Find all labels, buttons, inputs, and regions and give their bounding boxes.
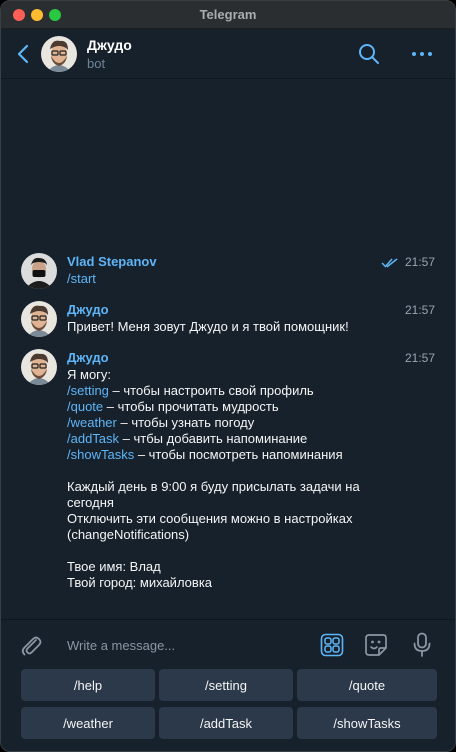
keyboard-button-quote[interactable]: /quote bbox=[297, 669, 437, 701]
message-line: /start bbox=[67, 271, 427, 287]
message-line: Привет! Меня зовут Джудо и я твой помощн… bbox=[67, 319, 427, 335]
command-link[interactable]: /start bbox=[67, 271, 96, 286]
chat-header: Джудо bot bbox=[1, 29, 455, 79]
message-time: 21:57 bbox=[404, 255, 435, 269]
message-line-text: Привет! Меня зовут Джудо и я твой помощн… bbox=[67, 319, 349, 334]
message-list[interactable]: Vlad Stepanov 21:57 /start Джудо 21:57 П… bbox=[1, 79, 455, 619]
chat-title[interactable]: Джудо bbox=[87, 37, 132, 53]
message-author[interactable]: Vlad Stepanov bbox=[67, 254, 157, 269]
message-line-text: Отключить эти сообщения можно в настройк… bbox=[67, 511, 353, 526]
message-line: /setting – чтобы настроить свой профиль bbox=[67, 383, 427, 399]
message-line-text: Каждый день в 9:00 я буду присылать зада… bbox=[67, 479, 360, 494]
message-line: /weather – чтобы узнать погоду bbox=[67, 415, 427, 431]
message-line: Я могу: bbox=[67, 367, 427, 383]
message-line-text: – чтобы настроить свой профиль bbox=[108, 383, 314, 398]
message-text: Я могу: /setting – чтобы настроить свой … bbox=[67, 367, 427, 591]
message-text: Привет! Меня зовут Джудо и я твой помощн… bbox=[67, 319, 427, 335]
keyboard-button-setting[interactable]: /setting bbox=[159, 669, 293, 701]
title-bar: Telegram bbox=[1, 1, 455, 29]
bot-avatar[interactable] bbox=[41, 36, 77, 72]
keyboard-button-addtask[interactable]: /addTask bbox=[159, 707, 293, 739]
message-input[interactable] bbox=[67, 634, 297, 656]
bot-keyboard: /help /setting /quote /weather /addTask … bbox=[1, 669, 455, 751]
message-line-text: – чтобы посмотреть напоминания bbox=[134, 447, 343, 462]
message-line-text: (changeNotifications) bbox=[67, 527, 190, 542]
command-link[interactable]: /quote bbox=[67, 399, 103, 414]
sticker-icon[interactable] bbox=[364, 633, 388, 657]
more-dots-icon[interactable] bbox=[409, 42, 435, 66]
message-line: Отключить эти сообщения можно в настройк… bbox=[67, 511, 427, 527]
keyboard-button-help[interactable]: /help bbox=[21, 669, 155, 701]
user-avatar[interactable] bbox=[21, 253, 57, 289]
search-icon[interactable] bbox=[357, 42, 381, 66]
message-line: (changeNotifications) bbox=[67, 527, 427, 543]
microphone-icon[interactable] bbox=[412, 632, 432, 658]
chat-status: bot bbox=[87, 56, 106, 71]
message-line: сегодня bbox=[67, 495, 427, 511]
message-line: Твой город: михайловка bbox=[67, 575, 427, 591]
message-line-text: сегодня bbox=[67, 495, 114, 510]
message-line-text: – чтобы прочитать мудрость bbox=[103, 399, 279, 414]
back-chevron-icon[interactable] bbox=[15, 43, 33, 65]
bot-avatar[interactable] bbox=[21, 349, 57, 385]
message-line: Каждый день в 9:00 я буду присылать зада… bbox=[67, 479, 427, 495]
message-line-text: Я могу: bbox=[67, 367, 112, 382]
double-check-icon bbox=[381, 258, 398, 268]
command-link[interactable]: /setting bbox=[67, 383, 109, 398]
message-line bbox=[67, 463, 427, 479]
window-title: Telegram bbox=[199, 7, 257, 22]
message-line: /quote – чтобы прочитать мудрость bbox=[67, 399, 427, 415]
message-line: /addTask – чтбы добавить напоминание bbox=[67, 431, 427, 447]
bot-keyboard-icon[interactable] bbox=[320, 633, 344, 657]
message-line-text: – чтбы добавить напоминание bbox=[119, 431, 308, 446]
keyboard-button-weather[interactable]: /weather bbox=[21, 707, 155, 739]
command-link[interactable]: /weather bbox=[67, 415, 117, 430]
command-link[interactable]: /showTasks bbox=[67, 447, 134, 462]
message-line-text: – чтобы узнать погоду bbox=[116, 415, 255, 430]
message-time: 21:57 bbox=[404, 351, 435, 365]
message-item[interactable]: Джудо 21:57 Я могу: /setting – чтобы нас… bbox=[1, 349, 455, 599]
message-line-text: Твое имя: Влад bbox=[67, 559, 161, 574]
message-item[interactable]: Vlad Stepanov 21:57 /start bbox=[1, 253, 455, 293]
message-text: /start bbox=[67, 271, 427, 287]
message-line: Твое имя: Влад bbox=[67, 559, 427, 575]
paperclip-icon[interactable] bbox=[19, 632, 43, 658]
telegram-window: Telegram Джудо bot Vlad Stepanov 21:57 /… bbox=[0, 0, 456, 752]
composer bbox=[1, 619, 455, 669]
message-author[interactable]: Джудо bbox=[67, 350, 109, 365]
message-item[interactable]: Джудо 21:57 Привет! Меня зовут Джудо и я… bbox=[1, 301, 455, 341]
keyboard-button-showtasks[interactable]: /showTasks bbox=[297, 707, 437, 739]
message-author[interactable]: Джудо bbox=[67, 302, 109, 317]
message-line-text: Твой город: михайловка bbox=[67, 575, 213, 590]
message-line bbox=[67, 543, 427, 559]
command-link[interactable]: /addTask bbox=[67, 431, 119, 446]
message-time: 21:57 bbox=[404, 303, 435, 317]
bot-avatar[interactable] bbox=[21, 301, 57, 337]
message-line: /showTasks – чтобы посмотреть напоминани… bbox=[67, 447, 427, 463]
